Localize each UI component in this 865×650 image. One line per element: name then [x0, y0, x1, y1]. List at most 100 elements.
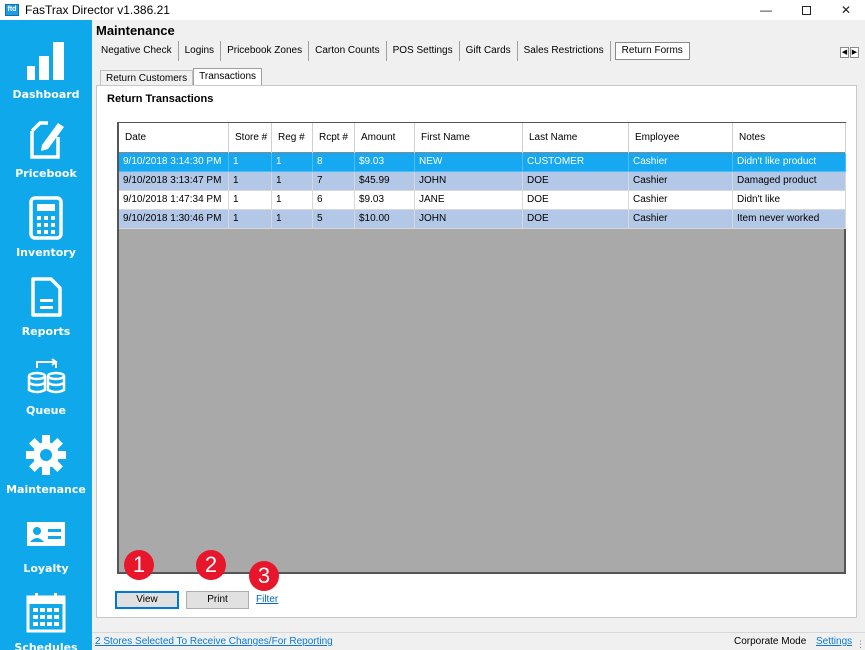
app-window: ftd FasTrax Director v1.386.21 — ✕ Dashb…: [0, 0, 865, 650]
cell-last-name: DOE: [523, 172, 629, 191]
cell-notes: Didn't like: [733, 191, 846, 210]
corporate-mode-label: Corporate Mode: [734, 636, 807, 647]
tab-return-customers[interactable]: Return Customers: [100, 70, 194, 86]
cell-rcpt: 6: [313, 191, 355, 210]
database-sync-icon: [27, 358, 66, 394]
cell-notes: Item never worked: [733, 210, 846, 229]
cell-store: 1: [229, 153, 272, 172]
cell-date: 9/10/2018 3:14:30 PM: [119, 153, 229, 172]
page-title: Maintenance: [96, 23, 175, 38]
column-header-notes[interactable]: Notes: [733, 123, 846, 153]
sidebar-item-dashboard[interactable]: Dashboard: [0, 38, 92, 116]
transactions-panel: Return Transactions Date Store # Reg # R…: [96, 85, 857, 618]
sidebar-item-schedules[interactable]: Schedules: [0, 591, 92, 650]
grid-header: Date Store # Reg # Rcpt # Amount First N…: [119, 123, 846, 153]
tab-pos-settings[interactable]: POS Settings: [387, 41, 460, 61]
maximize-icon: [801, 5, 811, 15]
cell-notes: Damaged product: [733, 172, 846, 191]
stores-selected-link[interactable]: 2 Stores Selected To Receive Changes/For…: [95, 636, 333, 647]
tab-transactions[interactable]: Transactions: [193, 68, 263, 86]
filter-link[interactable]: Filter: [256, 594, 278, 605]
minimize-button[interactable]: —: [746, 0, 786, 20]
tab-sales-restrictions[interactable]: Sales Restrictions: [518, 41, 611, 61]
cell-employee: Cashier: [629, 191, 733, 210]
table-row[interactable]: 9/10/2018 1:47:34 PM 1 1 6 $9.03 JANE DO…: [119, 191, 846, 210]
tab-gift-cards[interactable]: Gift Cards: [460, 41, 518, 61]
column-header-amount[interactable]: Amount: [355, 123, 415, 153]
sidebar-item-label: Reports: [21, 325, 71, 338]
cell-amount: $9.03: [355, 153, 415, 172]
cell-reg: 1: [272, 210, 313, 229]
calendar-icon: [26, 593, 66, 633]
sidebar-item-label: Maintenance: [6, 483, 86, 496]
cell-amount: $9.03: [355, 191, 415, 210]
sidebar-item-queue[interactable]: Queue: [0, 354, 92, 432]
column-header-reg[interactable]: Reg #: [272, 123, 313, 153]
table-row[interactable]: 9/10/2018 1:30:46 PM 1 1 5 $10.00 JOHN D…: [119, 210, 846, 229]
bar-chart-icon: [27, 42, 64, 80]
table-row[interactable]: 9/10/2018 3:14:30 PM 1 1 8 $9.03 NEW CUS…: [119, 153, 846, 172]
sidebar-item-label: Loyalty: [23, 562, 69, 575]
sidebar-item-loyalty[interactable]: Loyalty: [0, 512, 92, 590]
close-icon: ✕: [840, 3, 852, 17]
pricebook-icon: [30, 121, 64, 159]
callout-badge-1: 1: [124, 550, 154, 580]
cell-date: 9/10/2018 1:47:34 PM: [119, 191, 229, 210]
print-button[interactable]: Print: [186, 591, 249, 609]
maximize-button[interactable]: [786, 0, 826, 20]
sidebar-item-pricebook[interactable]: Pricebook: [0, 117, 92, 195]
settings-link[interactable]: Settings: [816, 636, 852, 647]
sidebar-item-label: Pricebook: [15, 167, 77, 180]
cell-notes: Didn't like product: [733, 153, 846, 172]
tab-scroll-left-button[interactable]: ◀: [840, 47, 849, 58]
column-header-last-name[interactable]: Last Name: [523, 123, 629, 153]
cell-first-name: JOHN: [415, 210, 523, 229]
status-bar: 2 Stores Selected To Receive Changes/For…: [92, 632, 865, 650]
cell-last-name: CUSTOMER: [523, 153, 629, 172]
column-header-date[interactable]: Date: [119, 123, 229, 153]
sidebar-item-reports[interactable]: Reports: [0, 275, 92, 353]
callout-badge-2: 2: [196, 550, 226, 580]
tab-carton-counts[interactable]: Carton Counts: [309, 41, 387, 61]
transactions-grid[interactable]: Date Store # Reg # Rcpt # Amount First N…: [117, 122, 846, 574]
cell-rcpt: 8: [313, 153, 355, 172]
cell-last-name: DOE: [523, 210, 629, 229]
tab-logins[interactable]: Logins: [179, 41, 222, 61]
document-icon: [31, 277, 62, 317]
view-button[interactable]: View: [115, 591, 179, 609]
cell-amount: $45.99: [355, 172, 415, 191]
cell-first-name: JOHN: [415, 172, 523, 191]
return-forms-subtab-strip: Return Customers Transactions: [100, 68, 263, 86]
cell-reg: 1: [272, 153, 313, 172]
tab-pricebook-zones[interactable]: Pricebook Zones: [221, 41, 310, 61]
tab-scroll-right-button[interactable]: ▶: [850, 47, 859, 58]
cell-rcpt: 5: [313, 210, 355, 229]
panel-title: Return Transactions: [107, 93, 214, 105]
table-row[interactable]: 9/10/2018 3:13:47 PM 1 1 7 $45.99 JOHN D…: [119, 172, 846, 191]
chevron-right-icon: ▶: [851, 49, 858, 56]
cell-employee: Cashier: [629, 172, 733, 191]
close-button[interactable]: ✕: [826, 0, 865, 20]
column-header-store[interactable]: Store #: [229, 123, 272, 153]
gear-icon: [26, 435, 66, 475]
resize-grip-icon[interactable]: ⋮: [856, 639, 865, 650]
cell-rcpt: 7: [313, 172, 355, 191]
column-header-employee[interactable]: Employee: [629, 123, 733, 153]
tab-return-forms[interactable]: Return Forms: [614, 42, 690, 60]
cell-last-name: DOE: [523, 191, 629, 210]
cell-first-name: JANE: [415, 191, 523, 210]
sidebar-item-maintenance[interactable]: Maintenance: [0, 433, 92, 511]
cell-employee: Cashier: [629, 153, 733, 172]
window-title: FasTrax Director v1.386.21: [25, 3, 170, 17]
app-logo-icon: ftd: [5, 4, 19, 16]
tab-negative-check[interactable]: Negative Check: [95, 41, 179, 61]
column-header-rcpt[interactable]: Rcpt #: [313, 123, 355, 153]
cell-store: 1: [229, 172, 272, 191]
column-header-first-name[interactable]: First Name: [415, 123, 523, 153]
sidebar-item-label: Dashboard: [12, 88, 80, 101]
sidebar-item-inventory[interactable]: Inventory: [0, 196, 92, 274]
cell-store: 1: [229, 210, 272, 229]
sidebar-item-label: Queue: [26, 404, 66, 417]
maintenance-tab-strip: Negative Check Logins Pricebook Zones Ca…: [95, 41, 690, 63]
cell-reg: 1: [272, 172, 313, 191]
